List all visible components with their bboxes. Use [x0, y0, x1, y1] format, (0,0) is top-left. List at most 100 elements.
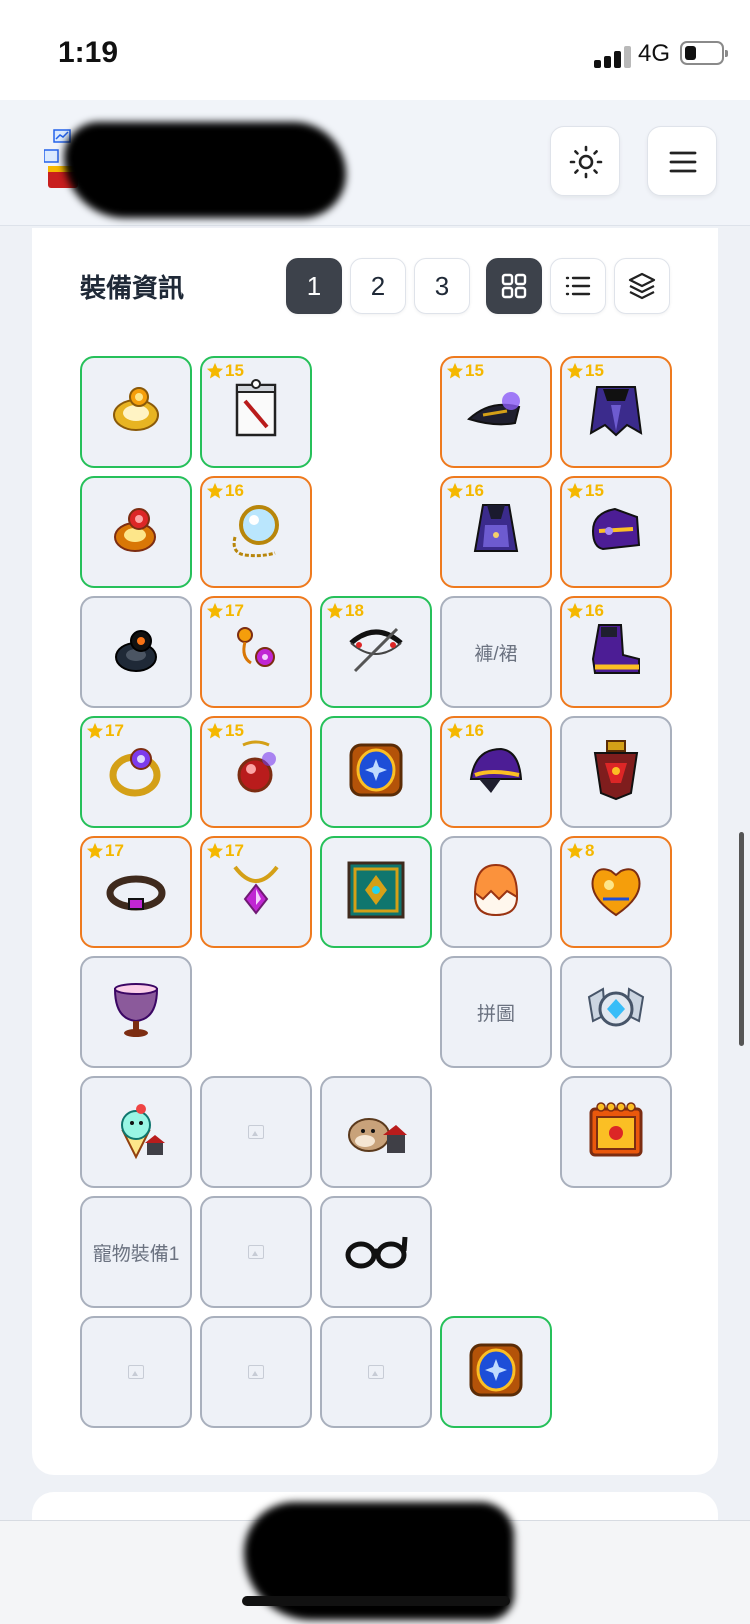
blue-gem-icon [341, 735, 411, 810]
status-time: 1:19 [58, 36, 119, 69]
star-force-badge: 16 [446, 480, 484, 502]
equip-slot-necklace[interactable]: 17 [200, 836, 312, 948]
equip-slot-earring[interactable]: 17 [200, 596, 312, 708]
star-force-badge: 15 [446, 360, 484, 382]
star-force-badge: 15 [206, 360, 244, 382]
equip-slot-badge[interactable] [560, 956, 672, 1068]
equip-slot-ring2[interactable] [80, 476, 192, 588]
glove-icon [581, 495, 651, 570]
star-count: 8 [585, 841, 595, 860]
equip-slot-pendant[interactable]: 16 [200, 476, 312, 588]
shoes-icon [581, 615, 651, 690]
purple-top-icon [461, 495, 531, 570]
equip-slot-emblem2[interactable] [440, 1316, 552, 1428]
equip-slot-scroll[interactable]: 15 [200, 356, 312, 468]
equip-slot-pet-equip[interactable]: 寵物裝備1 [80, 1196, 192, 1308]
star-count: 16 [225, 481, 244, 500]
equip-slot-ring[interactable] [80, 356, 192, 468]
mirror-pendant-icon [221, 495, 291, 570]
equip-slot-glove[interactable]: 15 [560, 476, 672, 588]
equip-slot-pet-hamster[interactable] [320, 1076, 432, 1188]
star-force-badge: 15 [566, 480, 604, 502]
equip-slot-ring3[interactable] [80, 596, 192, 708]
star-count: 15 [225, 361, 244, 380]
red-pendant-icon [221, 735, 291, 810]
star-force-badge: 16 [566, 600, 604, 622]
egg-icon [461, 855, 531, 930]
cape-icon [581, 375, 651, 450]
image-placeholder-icon [248, 1125, 264, 1139]
equip-slot-empty1[interactable] [200, 1076, 312, 1188]
equip-slot-android[interactable] [560, 1076, 672, 1188]
equip-slot-empty5[interactable] [320, 1316, 432, 1428]
tab-2[interactable]: 2 [350, 258, 406, 314]
star-force-badge: 17 [206, 840, 244, 862]
equip-slot-puzzle[interactable]: 拼圖 [440, 956, 552, 1068]
equip-slot-book[interactable] [320, 836, 432, 948]
equip-slot-empty2[interactable] [200, 1196, 312, 1308]
home-indicator[interactable] [242, 1596, 510, 1606]
star-count: 15 [465, 361, 484, 380]
equip-slot-pocket[interactable] [80, 956, 192, 1068]
signal-icon [594, 46, 632, 68]
heart-icon [581, 855, 651, 930]
equip-slot-top[interactable]: 16 [440, 476, 552, 588]
slot-label: 寵物裝備1 [92, 1243, 180, 1265]
layers-view-button[interactable] [614, 258, 670, 314]
grid-view-button[interactable] [486, 258, 542, 314]
star-count: 16 [585, 601, 604, 620]
equip-slot-glasses[interactable] [320, 1196, 432, 1308]
equip-slot-heart[interactable]: 8 [560, 836, 672, 948]
tab-3[interactable]: 3 [414, 258, 470, 314]
tab-1[interactable]: 1 [286, 258, 342, 314]
golden-book-icon [581, 1095, 651, 1170]
star-count: 17 [105, 841, 124, 860]
equip-slot-shoes[interactable]: 16 [560, 596, 672, 708]
equip-slot-pendant2[interactable]: 15 [200, 716, 312, 828]
ice-cream-pet-icon [101, 1095, 171, 1170]
star-force-badge: 15 [206, 720, 244, 742]
equip-slot-empty3[interactable] [80, 1316, 192, 1428]
image-placeholder-icon [128, 1365, 144, 1379]
equip-slot-eye[interactable]: 15 [440, 356, 552, 468]
equip-slot-bottom[interactable]: 褲/裙 [440, 596, 552, 708]
star-force-badge: 15 [566, 360, 604, 382]
redacted-title [64, 122, 346, 218]
purple-necklace-icon [221, 855, 291, 930]
grid-icon [501, 273, 527, 299]
battery-icon [680, 41, 728, 65]
equip-slot-pet-ice[interactable] [80, 1076, 192, 1188]
star-count: 18 [345, 601, 364, 620]
goblet-icon [101, 975, 171, 1050]
equip-slot-cape[interactable]: 15 [560, 356, 672, 468]
layers-icon [628, 272, 656, 300]
star-count: 17 [225, 601, 244, 620]
star-force-badge: 16 [446, 720, 484, 742]
shoulder-icon [581, 735, 651, 810]
bow-icon [341, 615, 411, 690]
card-title: 裝備資訊 [80, 273, 185, 303]
menu-button[interactable] [647, 126, 717, 196]
star-force-badge: 17 [86, 720, 124, 742]
equip-slot-ring4[interactable]: 17 [80, 716, 192, 828]
slot-label: 褲/裙 [474, 643, 518, 665]
equip-slot-egg[interactable] [440, 836, 552, 948]
slot-label: 拼圖 [476, 1003, 515, 1025]
equip-slot-weapon[interactable]: 18 [320, 596, 432, 708]
image-placeholder-icon [248, 1245, 264, 1259]
scrollbar[interactable] [739, 832, 744, 1046]
equip-slot-empty4[interactable] [200, 1316, 312, 1428]
equip-slot-hat[interactable]: 16 [440, 716, 552, 828]
status-bar: 1:19 4G [0, 0, 750, 100]
list-view-button[interactable] [550, 258, 606, 314]
equip-slot-belt[interactable]: 17 [80, 836, 192, 948]
gold-ring-icon [101, 375, 171, 450]
belt-icon [101, 855, 171, 930]
star-force-badge: 16 [206, 480, 244, 502]
equipment-card: 裝備資訊 1 2 3 15 15 15 16 16 15 17 18 褲/裙 1… [32, 228, 718, 1475]
equip-slot-emblem[interactable] [320, 716, 432, 828]
equip-slot-shoulder[interactable] [560, 716, 672, 828]
theme-toggle-button[interactable] [550, 126, 620, 196]
glasses-icon [341, 1215, 411, 1290]
gem-ring-icon [101, 735, 171, 810]
